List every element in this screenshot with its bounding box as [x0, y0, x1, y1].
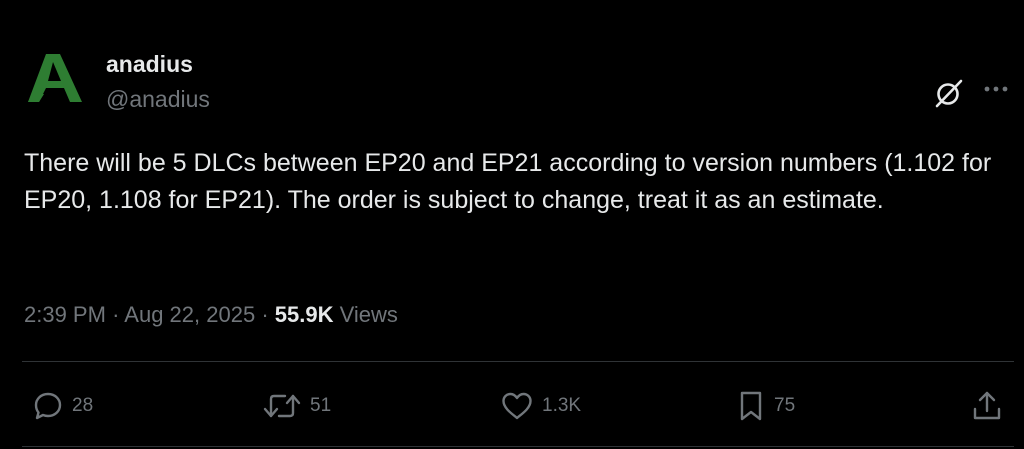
reply-icon [34, 392, 62, 420]
bookmark-count: 75 [774, 395, 796, 416]
author-handle[interactable]: @anadius [106, 85, 210, 113]
bookmark-icon [740, 391, 762, 421]
views-label: Views [339, 302, 398, 327]
share-button[interactable] [970, 388, 1004, 424]
grok-icon[interactable] [932, 76, 966, 110]
tweet-time[interactable]: 2:39 PM [24, 302, 106, 327]
like-button[interactable]: 1.3K [500, 388, 581, 424]
tweet-meta: 2:39 PM · Aug 22, 2025 · 55.9K Views [24, 300, 398, 330]
more-dots-glyph [984, 86, 1008, 92]
more-icon[interactable] [978, 74, 1014, 104]
author-display-name[interactable]: anadius [106, 50, 193, 78]
repost-button[interactable]: 51 [262, 388, 331, 424]
bookmark-button[interactable]: 75 [736, 388, 795, 424]
views-count: 55.9K [274, 302, 334, 327]
share-icon [973, 391, 1001, 420]
avatar[interactable] [26, 54, 86, 102]
reply-button[interactable]: 28 [32, 388, 93, 424]
like-count: 1.3K [542, 395, 582, 416]
meta-separator: · [112, 302, 120, 327]
grok-icon-glyph [935, 79, 963, 108]
repost-icon [263, 394, 301, 418]
like-icon [502, 392, 532, 420]
avatar-logo-icon [28, 54, 82, 102]
meta-separator: · [261, 302, 269, 327]
tweet-text: There will be 5 DLCs between EP20 and EP… [24, 149, 992, 214]
repost-count: 51 [310, 395, 332, 416]
divider [22, 361, 1014, 362]
tweet-card: anadius @anadius There will be 5 DLCs be… [0, 0, 1024, 449]
divider [22, 446, 1014, 447]
reply-count: 28 [72, 395, 94, 416]
tweet-date[interactable]: Aug 22, 2025 [124, 302, 255, 327]
